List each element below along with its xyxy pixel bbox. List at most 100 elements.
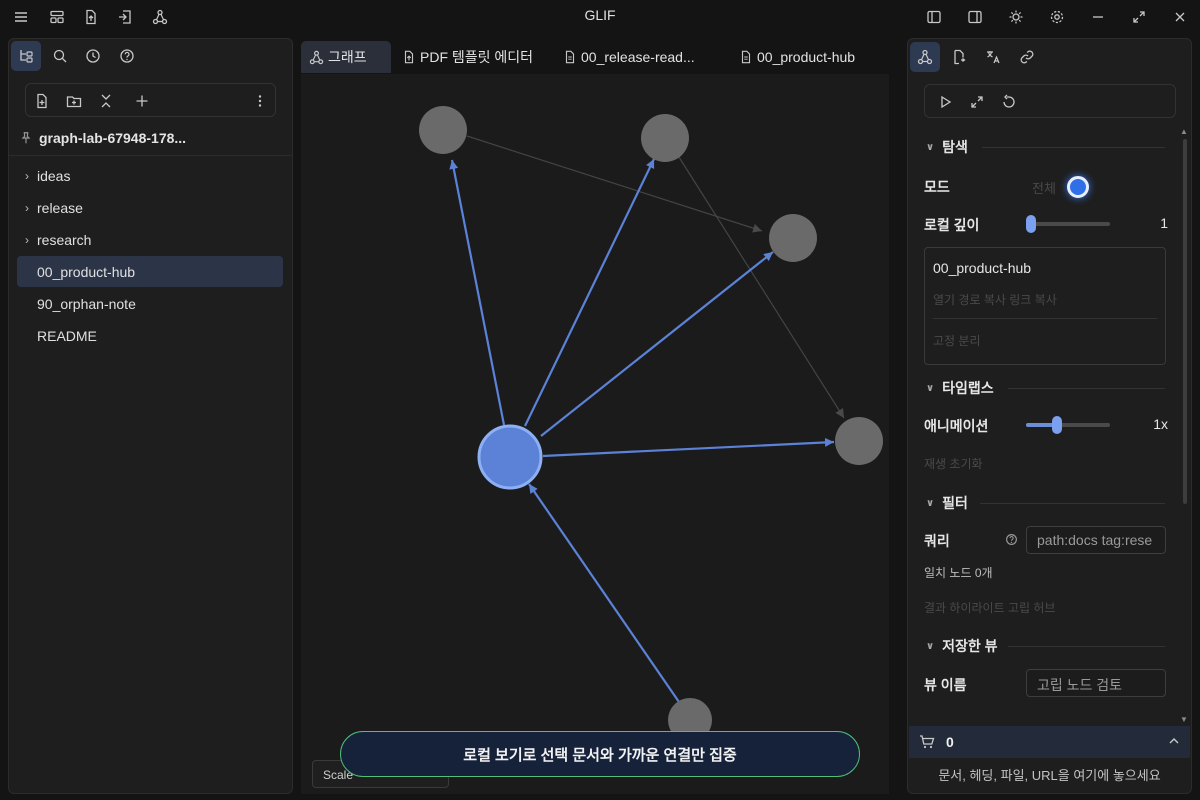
graph-edge: [528, 483, 680, 703]
pin-icon: [19, 131, 33, 145]
view-name-input[interactable]: 고립 노드 검토: [1026, 669, 1166, 697]
tab-product-hub[interactable]: 00_product-hub: [731, 41, 863, 73]
section-timelapse[interactable]: ∨ 타임랩스: [926, 378, 994, 398]
chevron-right-icon: ›: [25, 168, 29, 183]
tree-file[interactable]: 00_product-hub: [17, 256, 283, 287]
help-icon[interactable]: [112, 41, 142, 71]
close-icon[interactable]: [1168, 5, 1192, 29]
section-saved-views[interactable]: ∨ 저장한 뷰: [926, 636, 998, 656]
new-file-icon[interactable]: [30, 89, 54, 113]
play-icon[interactable]: [933, 90, 957, 114]
tree-item-label: research: [37, 231, 92, 248]
search-icon[interactable]: [45, 41, 75, 71]
graph-svg[interactable]: [301, 74, 889, 794]
translate-icon[interactable]: [978, 42, 1008, 72]
minimize-icon[interactable]: [1086, 5, 1110, 29]
file-toolbar: [25, 83, 276, 117]
divider: [980, 503, 1165, 504]
new-folder-icon[interactable]: [62, 89, 86, 113]
timelapse-actions[interactable]: 재생 초기화: [924, 455, 983, 472]
tree-item-label: README: [37, 327, 97, 344]
graph-node[interactable]: [835, 417, 883, 465]
scrollbar[interactable]: [1183, 139, 1187, 504]
toast-message: 로컬 보기로 선택 문서와 가까운 연결만 집중: [340, 731, 860, 777]
tree-file[interactable]: README: [17, 320, 283, 351]
graph-edge: [542, 437, 835, 458]
tree-item-label: 90_orphan-note: [37, 295, 136, 312]
graph-icon[interactable]: [910, 42, 940, 72]
tab-label: 그래프: [328, 49, 367, 65]
scroll-up-icon[interactable]: ▲: [1180, 127, 1188, 136]
tree-folder[interactable]: › ideas: [17, 160, 283, 191]
tree-item-label: 00_product-hub: [37, 263, 136, 280]
maximize-icon[interactable]: [1127, 5, 1151, 29]
divider: [9, 155, 292, 156]
link-icon[interactable]: [1012, 42, 1042, 72]
graph-canvas[interactable]: Scale: [301, 74, 889, 794]
query-label: 쿼리: [924, 533, 950, 549]
graph-edge: [524, 158, 655, 427]
depth-slider-thumb[interactable]: [1026, 215, 1036, 233]
cart-icon: [919, 734, 935, 750]
theme-icon[interactable]: [1004, 5, 1028, 29]
tab-label: 00_product-hub: [757, 49, 856, 65]
mode-value[interactable]: 전체: [1032, 178, 1056, 197]
expand-icon[interactable]: [965, 90, 989, 114]
query-input[interactable]: path:docs tag:rese: [1026, 526, 1166, 554]
mode-label: 모드: [924, 179, 950, 195]
chevron-up-icon[interactable]: [1168, 735, 1180, 747]
chevron-right-icon: ›: [25, 200, 29, 215]
collapse-icon[interactable]: [94, 89, 118, 113]
depth-slider[interactable]: [1026, 222, 1110, 226]
graph-node[interactable]: [641, 114, 689, 162]
animation-slider-thumb[interactable]: [1051, 416, 1062, 434]
section-explore[interactable]: ∨ 탐색: [926, 137, 968, 157]
graph-icon: [309, 50, 324, 65]
vault-name: graph-lab-67948-178...: [39, 130, 187, 146]
graph-toolbar: [924, 84, 1176, 118]
graph-node[interactable]: [769, 214, 817, 262]
drop-hint: 문서, 헤딩, 파일, URL을 여기에 놓으세요: [938, 768, 1161, 783]
tab-pdf-template-editor[interactable]: PDF 템플릿 에디터: [394, 41, 541, 73]
settings-icon[interactable]: [1045, 5, 1069, 29]
tab-graph[interactable]: 그래프: [301, 41, 391, 73]
graph-node[interactable]: [419, 106, 467, 154]
filter-actions[interactable]: 결과 하이라이트 고립 허브: [924, 599, 1055, 616]
help-icon[interactable]: [1005, 533, 1018, 546]
vault-header[interactable]: graph-lab-67948-178...: [19, 127, 186, 149]
file-export-icon: [402, 50, 416, 64]
focus-note-actions[interactable]: 열기 경로 복사 링크 복사: [933, 291, 1057, 308]
tab-release-readme[interactable]: 00_release-read...: [555, 41, 703, 73]
chevron-down-icon: ∨: [926, 640, 935, 652]
tree-folder[interactable]: › research: [17, 224, 283, 255]
document-icon: [563, 50, 577, 64]
sidebar-right-icon[interactable]: [963, 5, 987, 29]
left-sidebar: graph-lab-67948-178... › ideas › release › re…: [8, 38, 293, 794]
cart-bar[interactable]: 0: [909, 726, 1190, 758]
chevron-down-icon: ∨: [926, 141, 935, 153]
history-icon[interactable]: [78, 41, 108, 71]
graph-node-center[interactable]: [477, 424, 543, 490]
mode-toggle[interactable]: [1067, 176, 1089, 198]
file-link-icon[interactable]: [944, 42, 974, 72]
scroll-down-icon[interactable]: ▼: [1180, 715, 1188, 724]
more-icon[interactable]: [248, 89, 272, 113]
add-icon[interactable]: [130, 89, 154, 113]
divider: [1008, 646, 1165, 647]
graph-edge: [540, 251, 774, 437]
tree-file[interactable]: 90_orphan-note: [17, 288, 283, 319]
right-panel: ∨ 탐색 모드 전체 로컬 깊이 1 00_product-hub 열기 경로 …: [907, 38, 1192, 794]
focus-note-actions-2[interactable]: 고정 분리: [933, 332, 981, 349]
tab-label: 00_release-read...: [581, 49, 695, 65]
sidebar-left-icon[interactable]: [922, 5, 946, 29]
tree-icon[interactable]: [11, 41, 41, 71]
focus-note-title: 00_product-hub: [933, 260, 1032, 276]
chevron-down-icon: ∨: [926, 497, 935, 509]
reset-icon[interactable]: [997, 90, 1021, 114]
chevron-right-icon: ›: [25, 232, 29, 247]
title-bar: GLIF: [0, 0, 1200, 34]
divider: [982, 147, 1165, 148]
tree-folder[interactable]: › release: [17, 192, 283, 223]
section-filter[interactable]: ∨ 필터: [926, 493, 968, 513]
tab-label: PDF 템플릿 에디터: [420, 49, 534, 65]
